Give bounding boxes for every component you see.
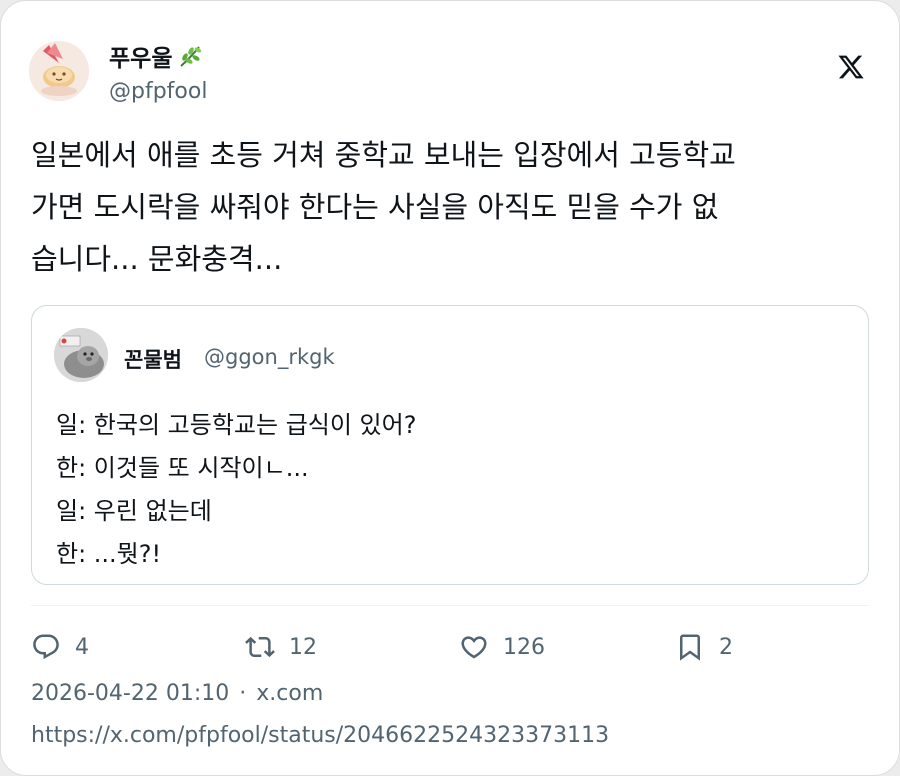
quote-line: 일: 우린 없는데: [56, 497, 212, 525]
quote-author-avatar[interactable]: [54, 328, 108, 382]
avatar-image: [29, 41, 89, 101]
tweet-source[interactable]: x.com: [256, 681, 323, 706]
quote-author-handle[interactable]: @ggon_rkgk: [204, 345, 335, 369]
like-count: 126: [503, 634, 545, 660]
tweet-meta: 2026-04-22 01:10 · x.com: [31, 681, 323, 706]
reply-count: 4: [75, 634, 89, 660]
bookmark-icon: [680, 634, 700, 661]
quote-line: 한: ...뭣?!: [56, 540, 162, 568]
author-avatar[interactable]: [29, 41, 89, 101]
quoted-tweet[interactable]: 꼰물범 @ggon_rkgk 일: 한국의 고등학교는 급식이 있어? 한: 이…: [31, 305, 869, 585]
action-bar: 4 12 126 2: [31, 625, 791, 669]
quote-line: 한: 이것들 또 시작이ㄴ...: [56, 454, 309, 482]
tweet-header: 푸우울 @pfpfool: [29, 37, 871, 107]
like-button[interactable]: 126: [459, 625, 545, 669]
tweet-timestamp[interactable]: 2026-04-22 01:10: [31, 681, 229, 706]
quote-line: 일: 한국의 고등학교는 급식이 있어?: [56, 411, 417, 439]
tweet-line: 일본에서 애를 초등 거쳐 중학교 보내는 입장에서 고등학교: [31, 138, 736, 172]
tweet-body: 일본에서 애를 초등 거쳐 중학교 보내는 입장에서 고등학교 가면 도시락을 …: [31, 129, 881, 285]
reply-icon: [33, 634, 59, 660]
retweet-icon: [245, 636, 275, 658]
tweet-line: 가면 도시락을 싸줘야 한다는 사실을 아직도 믿을 수가 없: [31, 190, 719, 224]
divider: [31, 605, 869, 606]
bookmark-button[interactable]: 2: [675, 625, 733, 669]
tweet-line: 습니다... 문화충격...: [31, 242, 283, 276]
heart-icon: [461, 636, 487, 659]
tweet-url[interactable]: https://x.com/pfpfool/status/20466225243…: [31, 723, 609, 748]
tweet-card: 푸우울 @pfpfool 일본에서 애를 초등 거쳐 중학교 보내는 입장에서 …: [0, 0, 900, 776]
x-logo-icon[interactable]: [837, 53, 865, 81]
meta-separator: ·: [239, 681, 247, 706]
retweet-count: 12: [289, 634, 317, 660]
author-display-name[interactable]: 푸우울: [109, 39, 172, 73]
retweet-button[interactable]: 12: [245, 625, 317, 669]
herb-emoji-icon: [180, 46, 202, 67]
reply-button[interactable]: 4: [31, 625, 89, 669]
author-handle[interactable]: @pfpfool: [109, 79, 207, 104]
bookmark-count: 2: [719, 634, 733, 660]
quote-avatar-image: [54, 328, 108, 382]
quote-body: 일: 한국의 고등학교는 급식이 있어? 한: 이것들 또 시작이ㄴ... 일:…: [56, 404, 416, 576]
quote-author-display-name[interactable]: 꼰물범: [124, 344, 182, 374]
author-name-row[interactable]: 푸우울: [109, 39, 204, 73]
